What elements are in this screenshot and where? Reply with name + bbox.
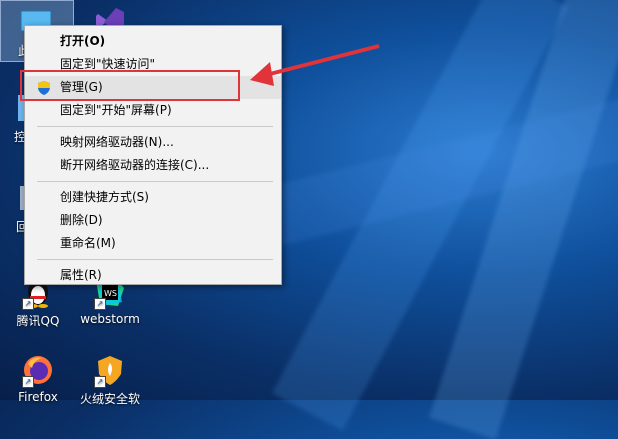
menu-item-properties[interactable]: 属性(R)	[25, 264, 281, 287]
menu-item-open[interactable]: 打开(O)	[25, 30, 281, 53]
highlight-box	[20, 70, 240, 101]
menu-separator	[37, 181, 273, 182]
shortcut-arrow-icon: ↗	[94, 376, 106, 388]
menu-item-delete[interactable]: 删除(D)	[25, 209, 281, 232]
menu-item-create-shortcut[interactable]: 创建快捷方式(S)	[25, 186, 281, 209]
huorong-label: 火绒安全软	[79, 392, 140, 406]
svg-text:WS: WS	[104, 289, 117, 298]
firefox-label: Firefox	[18, 390, 58, 404]
menu-item-map-network-drive[interactable]: 映射网络驱动器(N)...	[25, 131, 281, 154]
menu-item-pin-start[interactable]: 固定到"开始"屏幕(P)	[25, 99, 281, 122]
qq-label: 腾讯QQ	[16, 314, 60, 328]
red-arrow-icon	[250, 44, 380, 86]
webstorm-label: webstorm	[80, 312, 140, 326]
firefox-desktop-icon[interactable]: ↗ Firefox	[6, 354, 70, 404]
menu-separator	[37, 259, 273, 260]
shortcut-arrow-icon: ↗	[22, 376, 34, 388]
menu-separator	[37, 126, 273, 127]
shortcut-arrow-icon: ↗	[22, 298, 34, 310]
huorong-desktop-icon[interactable]: ↗ 火绒安全软	[78, 354, 142, 407]
menu-item-disconnect-network-drive[interactable]: 断开网络驱动器的连接(C)...	[25, 154, 281, 177]
shortcut-arrow-icon: ↗	[94, 298, 106, 310]
menu-item-rename[interactable]: 重命名(M)	[25, 232, 281, 255]
